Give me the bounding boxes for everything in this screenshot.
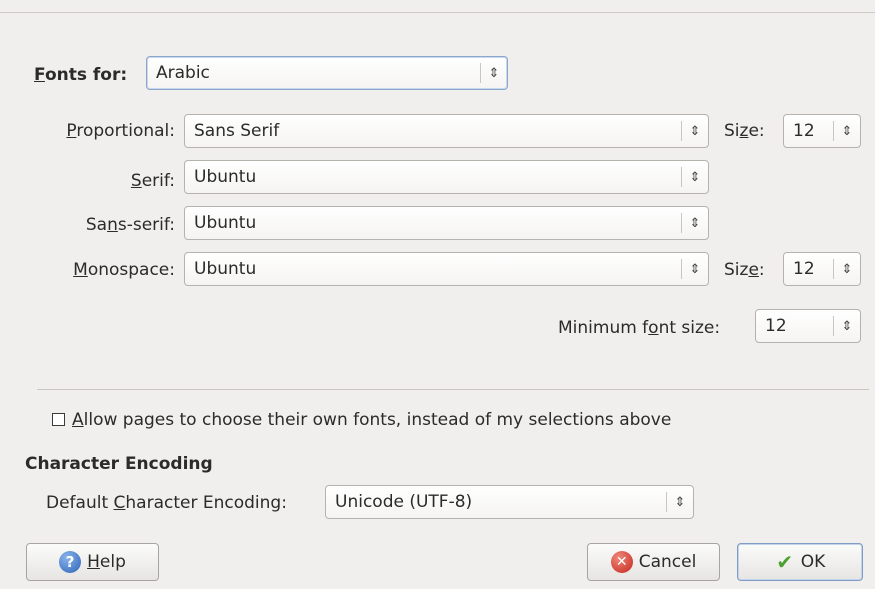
sans-serif-font-select[interactable]: Ubuntu ⇕: [184, 206, 709, 240]
proportional-font-select[interactable]: Sans Serif ⇕: [184, 114, 709, 148]
proportional-label-mnemonic: P: [66, 121, 77, 141]
monospace-label: Monospace:: [20, 260, 175, 280]
sans-serif-label-mnemonic: n: [107, 215, 118, 235]
default-encoding-select[interactable]: Unicode (UTF-8) ⇕: [325, 485, 694, 519]
help-label-text: elp: [99, 552, 126, 572]
updown-arrow-icon: ⇕: [841, 318, 853, 334]
top-divider: [0, 12, 875, 13]
serif-font-select[interactable]: Ubuntu ⇕: [184, 160, 709, 194]
fonts-for-label-text: onts for:: [44, 65, 128, 85]
help-mnemonic: H: [87, 552, 100, 572]
monospace-size-label: Size:: [724, 260, 765, 280]
ok-button-label: OK: [800, 552, 826, 572]
minimum-label-mnemonic: o: [648, 318, 659, 338]
default-encoding-label-text-end: haracter Encoding:: [125, 493, 287, 513]
serif-label-mnemonic: S: [130, 171, 142, 191]
section-divider: [37, 389, 869, 390]
default-encoding-label: Default Character Encoding:: [46, 493, 287, 513]
monospace-font-value: Ubuntu: [194, 259, 257, 279]
default-encoding-label-text: Default: [46, 493, 114, 513]
fonts-for-label-mnemonic: F: [34, 65, 45, 85]
sans-serif-font-value: Ubuntu: [194, 213, 257, 233]
size-label-mnemonic: e: [748, 260, 759, 280]
sans-serif-label-text: Sa: [85, 215, 108, 235]
proportional-size-select[interactable]: 12 ⇕: [783, 114, 861, 148]
proportional-size-value: 12: [793, 121, 815, 141]
minimum-label-text: Minimum f: [558, 318, 649, 338]
sans-serif-label: Sans-serif:: [20, 215, 175, 235]
ok-button[interactable]: ✔ OK: [737, 543, 863, 581]
updown-arrow-icon: ⇕: [488, 65, 500, 81]
cancel-button[interactable]: ✕ Cancel: [587, 543, 720, 581]
updown-arrow-icon: ⇕: [689, 261, 701, 277]
monospace-label-text: onospace:: [87, 260, 175, 280]
serif-font-value: Ubuntu: [194, 167, 257, 187]
allow-pages-fonts-label[interactable]: Allow pages to choose their own fonts, i…: [72, 410, 671, 430]
size-label-text: Si: [724, 121, 740, 141]
minimum-font-size-label: Minimum font size:: [558, 318, 720, 338]
minimum-font-size-select[interactable]: 12 ⇕: [755, 309, 861, 343]
size-label-text-end: :: [758, 260, 765, 280]
updown-arrow-icon: ⇕: [689, 215, 701, 231]
proportional-label-text: roportional:: [76, 121, 175, 141]
allow-pages-label-mnemonic: A: [72, 410, 84, 430]
updown-arrow-icon: ⇕: [689, 123, 701, 139]
updown-arrow-icon: ⇕: [841, 123, 853, 139]
cancel-button-label: Cancel: [638, 552, 697, 572]
character-encoding-heading: Character Encoding: [25, 454, 213, 474]
monospace-size-select[interactable]: 12 ⇕: [783, 252, 861, 286]
serif-label-text: erif:: [141, 171, 175, 191]
help-icon: ?: [59, 551, 82, 573]
sans-serif-label-text-end: s-serif:: [117, 215, 175, 235]
updown-arrow-icon: ⇕: [674, 494, 686, 510]
allow-pages-fonts-checkbox[interactable]: [52, 413, 65, 426]
monospace-size-value: 12: [793, 259, 815, 279]
size-label-text: Siz: [724, 260, 749, 280]
minimum-label-text-end: nt size:: [658, 318, 721, 338]
default-encoding-label-mnemonic: C: [113, 493, 126, 513]
proportional-label: Proportional:: [20, 121, 175, 141]
fonts-for-label: Fonts for:: [34, 65, 127, 85]
cancel-icon: ✕: [610, 551, 633, 573]
updown-arrow-icon: ⇕: [841, 261, 853, 277]
allow-pages-label-text: llow pages to choose their own fonts, in…: [83, 410, 672, 430]
default-encoding-value: Unicode (UTF-8): [335, 492, 473, 512]
monospace-label-mnemonic: M: [73, 260, 88, 280]
proportional-font-value: Sans Serif: [194, 121, 280, 141]
checkmark-icon: ✔: [776, 550, 794, 574]
updown-arrow-icon: ⇕: [689, 169, 701, 185]
monospace-font-select[interactable]: Ubuntu ⇕: [184, 252, 709, 286]
proportional-size-label: Size:: [724, 121, 765, 141]
fonts-for-value: Arabic: [156, 63, 210, 83]
size-label-text-end: e:: [748, 121, 765, 141]
serif-label: Serif:: [20, 171, 175, 191]
fonts-for-select[interactable]: Arabic ⇕: [146, 56, 508, 90]
help-button[interactable]: ? Help: [26, 543, 159, 581]
help-button-label: Help: [87, 552, 126, 572]
minimum-font-size-value: 12: [765, 316, 787, 336]
